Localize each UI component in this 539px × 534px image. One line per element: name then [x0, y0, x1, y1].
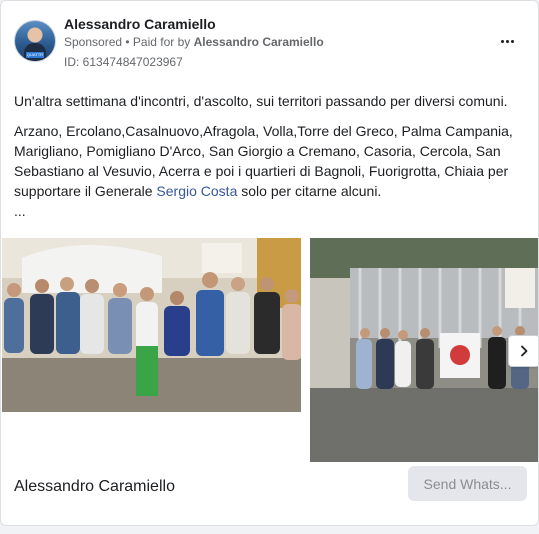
- group-photo-2-graphic: [310, 238, 538, 462]
- more-dot: [505, 39, 509, 43]
- carousel-image-2[interactable]: [310, 238, 538, 462]
- carousel-image-1[interactable]: [2, 238, 301, 412]
- page-name[interactable]: Alessandro Caramiello: [64, 16, 216, 32]
- body-paragraph-2-end: solo per citarne alcuni.: [237, 183, 382, 199]
- more-options-button[interactable]: [495, 29, 519, 53]
- more-dot: [510, 39, 514, 43]
- page-avatar[interactable]: QUATTR: [14, 20, 56, 62]
- see-more-ellipsis[interactable]: ...: [14, 201, 519, 221]
- mention-link[interactable]: Sergio Costa: [156, 183, 237, 199]
- sponsored-line: Sponsored • Paid for by Alessandro Caram…: [64, 35, 324, 49]
- body-paragraph-1: Un'altra settimana d'incontri, d'ascolto…: [14, 93, 508, 109]
- body-paragraph-2: Arzano, Ercolano,Casalnuovo,Afragola, Vo…: [14, 121, 519, 201]
- ad-body-text: Un'altra settimana d'incontri, d'ascolto…: [14, 91, 519, 221]
- send-whatsapp-button[interactable]: Send Whats...: [408, 466, 527, 501]
- group-photo-1-graphic: [2, 238, 301, 412]
- paid-for-prefix: • Paid for by: [122, 35, 194, 49]
- footer-page-name: Alessandro Caramiello: [14, 478, 175, 495]
- paid-for-by: Alessandro Caramiello: [193, 35, 324, 49]
- ad-id: ID: 613474847023967: [64, 55, 183, 69]
- chevron-right-icon: [521, 345, 528, 357]
- avatar-tag: QUATTR: [26, 52, 44, 58]
- sponsored-label: Sponsored: [64, 35, 123, 49]
- carousel-next-button[interactable]: [508, 335, 538, 367]
- more-dots-icon: [500, 39, 504, 43]
- ad-card: QUATTR Alessandro Caramiello Sponsored •…: [0, 0, 539, 526]
